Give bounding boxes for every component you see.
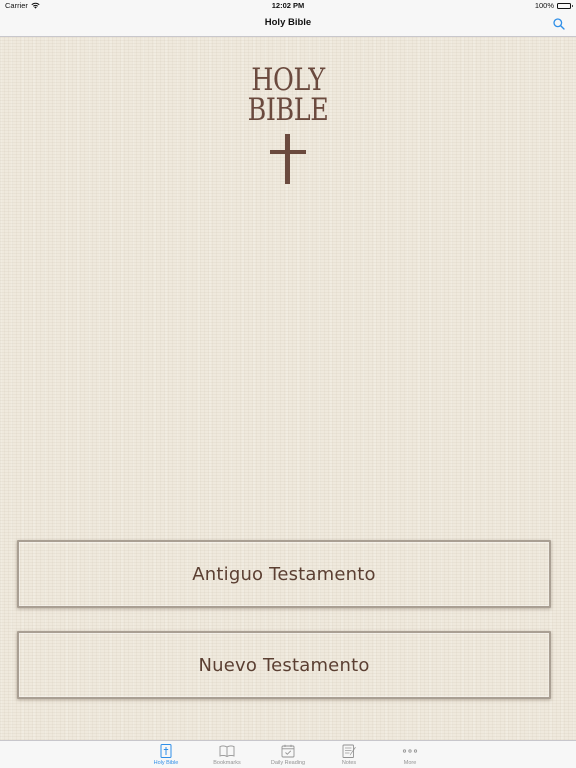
- tab-more[interactable]: More: [380, 741, 441, 768]
- tab-label: Bookmarks: [213, 760, 241, 766]
- cross-icon: [270, 134, 306, 184]
- notepad-pencil-icon: [340, 743, 358, 758]
- battery-percent: 100%: [534, 1, 554, 10]
- tab-notes[interactable]: Notes: [319, 741, 380, 768]
- open-book-icon: [218, 743, 236, 758]
- tab-holy-bible[interactable]: Holy Bible: [136, 741, 197, 768]
- status-bar: Carrier 12:02 PM 100%: [0, 0, 576, 12]
- more-dots-icon: [401, 743, 419, 758]
- linen-background: HOLY BIBLE Antiguo Testamento Nuevo Test…: [0, 37, 576, 740]
- tab-label: Daily Reading: [270, 760, 306, 766]
- holy-bible-logo: HOLY BIBLE: [0, 62, 576, 128]
- search-icon[interactable]: [552, 17, 566, 31]
- tab-label: Holy Bible: [153, 760, 179, 766]
- tab-daily-reading[interactable]: Daily Reading: [258, 741, 319, 768]
- logo-line-bible: BIBLE: [247, 92, 329, 128]
- tab-bookmarks[interactable]: Bookmarks: [197, 741, 258, 768]
- old-testament-button[interactable]: Antiguo Testamento: [17, 540, 551, 608]
- navigation-bar: Holy Bible: [0, 12, 576, 37]
- new-testament-button[interactable]: Nuevo Testamento: [17, 631, 551, 699]
- tab-label: Notes: [341, 760, 357, 766]
- logo-line-holy: HOLY: [251, 62, 325, 98]
- battery-icon: [557, 2, 573, 9]
- battery-group: 100%: [534, 1, 573, 10]
- tab-bar: Holy Bible Bookmarks Daily Reading Notes…: [0, 740, 576, 768]
- tab-label: More: [403, 760, 417, 766]
- status-time: 12:02 PM: [271, 1, 305, 10]
- bible-cross-icon: [157, 743, 175, 758]
- calendar-check-icon: [279, 743, 297, 758]
- page-title: Holy Bible: [264, 17, 312, 28]
